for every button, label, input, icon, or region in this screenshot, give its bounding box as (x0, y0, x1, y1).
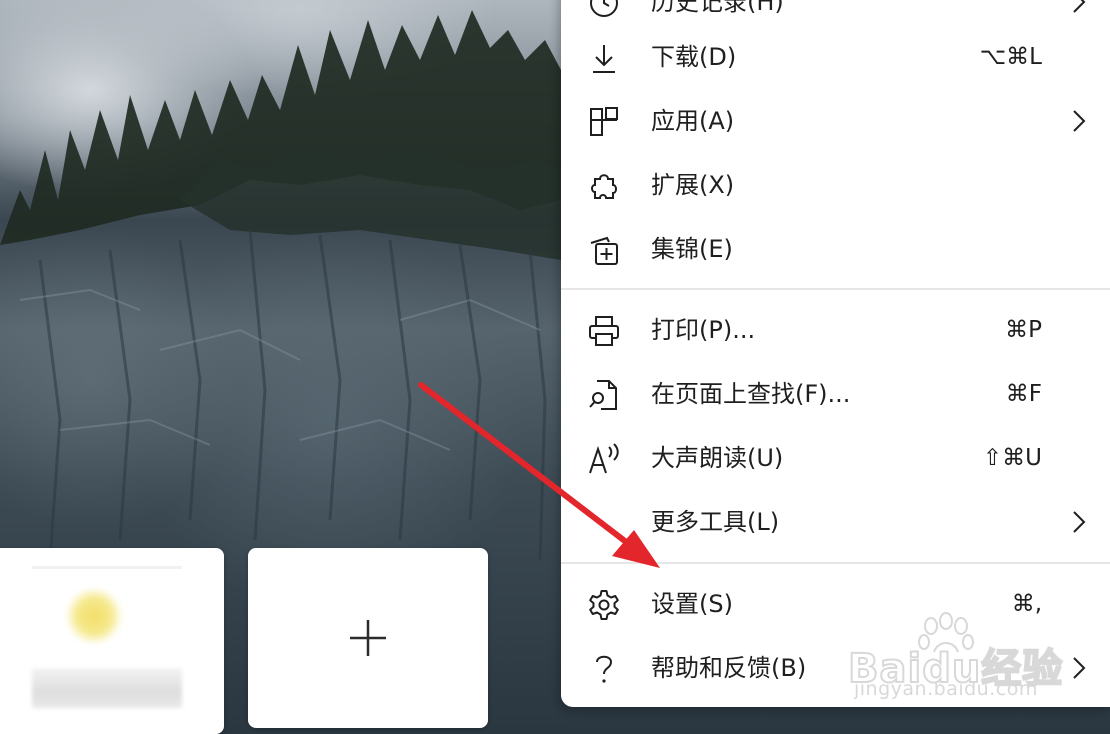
menu-item-label: 集锦(E) (651, 235, 733, 263)
menu-item-more-tools[interactable]: 更多工具(L) (561, 490, 1110, 554)
menu-item-download[interactable]: 下载(D) ⌥⌘L (561, 25, 1110, 89)
browser-settings-menu: 历史记录(H) 下载(D) ⌥⌘L 应用(A) 扩展(X) 集锦(E) 打印(P… (561, 0, 1110, 707)
menu-item-label: 打印(P)... (651, 316, 756, 344)
baidu-jingyan-watermark: jingyan.baidu.com Baidu经验 (842, 612, 1072, 704)
chevron-right-icon (1069, 656, 1089, 680)
watermark-brand: Baidu经验 (847, 645, 1064, 693)
menu-item-label: 更多工具(L) (651, 508, 780, 536)
menu-item-label: 应用(A) (651, 107, 735, 135)
menu-item-shortcut: ⌥⌘L (979, 44, 1042, 70)
chevron-right-icon (1069, 0, 1089, 14)
menu-item-shortcut: ⇧⌘U (982, 445, 1042, 471)
extensions-icon (587, 169, 621, 203)
download-icon (587, 41, 621, 75)
menu-divider (561, 562, 1110, 564)
menu-item-label: 扩展(X) (651, 171, 735, 199)
menu-item-label: 设置(S) (651, 590, 733, 618)
menu-item-label: 在页面上查找(F)... (651, 380, 851, 408)
collections-icon (587, 233, 621, 267)
site-tile-label-blurred (32, 668, 182, 708)
menu-item-label: 大声朗读(U) (651, 444, 784, 472)
find-on-page-icon (587, 378, 621, 412)
history-icon (587, 0, 621, 20)
menu-item-read-aloud[interactable]: 大声朗读(U) ⇧⌘U (561, 426, 1110, 490)
read-aloud-icon (587, 442, 621, 476)
menu-item-label: 帮助和反馈(B) (651, 654, 807, 682)
settings-icon (587, 588, 621, 622)
menu-item-shortcut: ⌘P (1005, 317, 1042, 343)
menu-item-find-on-page[interactable]: 在页面上查找(F)... ⌘F (561, 362, 1110, 426)
menu-item-print[interactable]: 打印(P)... ⌘P (561, 298, 1110, 362)
help-icon (587, 652, 621, 686)
chevron-right-icon (1069, 109, 1089, 133)
plus-icon (350, 620, 386, 656)
menu-item-extensions[interactable]: 扩展(X) (561, 153, 1110, 217)
menu-divider (561, 288, 1110, 290)
site-tile[interactable] (0, 548, 224, 734)
menu-item-collections[interactable]: 集锦(E) (561, 217, 1110, 281)
yellow-circle-favicon-icon (66, 588, 122, 644)
chevron-right-icon (1069, 510, 1089, 534)
add-shortcut-tile[interactable] (248, 548, 488, 728)
site-tile-top-strip (32, 566, 182, 569)
menu-item-label: 下载(D) (651, 43, 737, 71)
menu-item-shortcut: ⌘F (1005, 381, 1042, 407)
print-icon (587, 314, 621, 348)
apps-icon (587, 105, 621, 139)
menu-item-apps[interactable]: 应用(A) (561, 89, 1110, 153)
